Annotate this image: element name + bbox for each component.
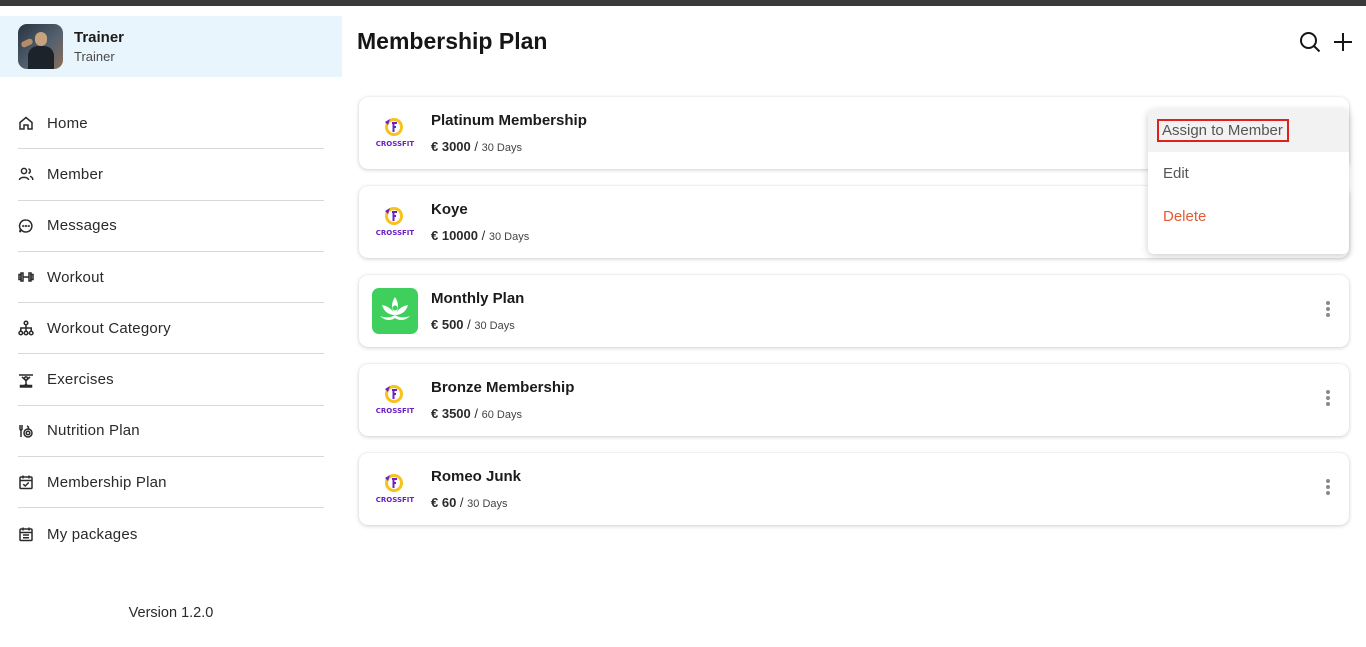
home-icon xyxy=(18,115,34,131)
plan-card[interactable]: CROSSFIT Bronze Membership € 3500 / 60 D… xyxy=(359,364,1349,436)
sidebar-item-member[interactable]: Member xyxy=(18,149,324,201)
message-icon xyxy=(18,218,34,234)
sidebar-item-label: Nutrition Plan xyxy=(47,422,140,440)
plan-price: € 500 / 30 Days xyxy=(431,317,515,332)
crossfit-logo: CROSSFIT xyxy=(372,199,418,245)
sidebar: Trainer Trainer Home Member Messages Wor… xyxy=(0,6,342,647)
plan-name: Koye xyxy=(431,201,468,218)
avatar xyxy=(18,24,63,69)
profile-role: Trainer xyxy=(74,48,115,64)
sidebar-item-label: Workout xyxy=(47,268,104,286)
users-icon xyxy=(18,166,34,182)
sidebar-item-label: Messages xyxy=(47,217,117,235)
plan-duration: 30 Days xyxy=(474,320,515,332)
delete-menu-item[interactable]: Delete xyxy=(1148,195,1349,238)
crossfit-logo: CROSSFIT xyxy=(372,466,418,512)
sidebar-item-label: Membership Plan xyxy=(47,473,167,491)
dumbbell-icon xyxy=(18,269,34,285)
plan-price: € 60 / 30 Days xyxy=(431,495,508,510)
plan-card[interactable]: CROSSFIT Romeo Junk € 60 / 30 Days xyxy=(359,453,1349,525)
plan-amount: € 10000 xyxy=(431,228,478,243)
exercise-icon xyxy=(18,372,34,388)
sidebar-item-workout[interactable]: Workout xyxy=(18,252,324,304)
profile-card[interactable]: Trainer Trainer xyxy=(0,16,342,77)
crossfit-logo: CROSSFIT xyxy=(372,377,418,423)
sidebar-item-label: Home xyxy=(47,114,88,132)
assign-to-member-menu-item[interactable]: Assign to Member xyxy=(1148,109,1349,152)
hierarchy-icon xyxy=(18,320,34,336)
version-text: Version 1.2.0 xyxy=(128,605,214,621)
plan-name: Monthly Plan xyxy=(431,290,525,307)
plan-amount: € 500 xyxy=(431,317,464,332)
svg-text:CROSSFIT: CROSSFIT xyxy=(376,140,415,148)
edit-menu-item[interactable]: Edit xyxy=(1148,152,1349,195)
more-options-icon[interactable] xyxy=(1323,479,1333,499)
more-options-icon[interactable] xyxy=(1323,390,1333,410)
sidebar-item-membership-plan[interactable]: Membership Plan xyxy=(18,457,324,509)
crossfit-logo: CROSSFIT xyxy=(372,110,418,156)
plan-duration: 60 Days xyxy=(481,409,522,421)
sidebar-item-home[interactable]: Home xyxy=(18,98,324,150)
sidebar-item-label: Exercises xyxy=(47,371,114,389)
sidebar-nav: Home Member Messages Workout Workout Cat… xyxy=(18,98,324,560)
sidebar-item-exercises[interactable]: Exercises xyxy=(18,354,324,406)
plus-icon[interactable] xyxy=(1332,31,1354,53)
sidebar-item-my-packages[interactable]: My packages xyxy=(18,508,324,559)
plan-name: Bronze Membership xyxy=(431,379,575,396)
plan-card[interactable]: Monthly Plan € 500 / 30 Days xyxy=(359,275,1349,347)
sidebar-item-nutrition-plan[interactable]: Nutrition Plan xyxy=(18,406,324,458)
calendar-list-icon xyxy=(18,526,34,542)
page-title: Membership Plan xyxy=(357,28,548,54)
plan-amount: € 60 xyxy=(431,495,457,510)
search-icon[interactable] xyxy=(1299,31,1321,53)
sidebar-item-label: Workout Category xyxy=(47,319,171,337)
plan-amount: € 3000 xyxy=(431,139,471,154)
plan-duration: 30 Days xyxy=(481,142,522,154)
plan-name: Romeo Junk xyxy=(431,468,522,485)
svg-text:CROSSFIT: CROSSFIT xyxy=(376,407,415,415)
plan-duration: 30 Days xyxy=(467,498,508,510)
calendar-check-icon xyxy=(18,474,34,490)
sidebar-item-messages[interactable]: Messages xyxy=(18,201,324,252)
svg-text:CROSSFIT: CROSSFIT xyxy=(376,496,415,504)
plan-duration: 30 Days xyxy=(488,231,530,243)
leaf-logo xyxy=(372,288,418,334)
plan-options-menu: Assign to Member Edit Delete xyxy=(1148,109,1349,254)
assign-to-member-label: Assign to Member xyxy=(1157,119,1289,142)
plan-name: Platinum Membership xyxy=(431,112,587,129)
sidebar-item-label: Member xyxy=(47,165,104,183)
sidebar-item-workout-category[interactable]: Workout Category xyxy=(18,303,324,355)
plan-price: € 3500 / 60 Days xyxy=(431,406,522,421)
nutrition-icon xyxy=(18,423,34,439)
plan-price: € 10000 / 30 Days xyxy=(431,228,530,243)
more-options-icon[interactable] xyxy=(1323,301,1333,321)
plan-amount: € 3500 xyxy=(431,406,471,421)
sidebar-item-label: My packages xyxy=(47,525,138,543)
plan-price: € 3000 / 30 Days xyxy=(431,139,522,154)
profile-name: Trainer xyxy=(74,28,125,46)
svg-text:CROSSFIT: CROSSFIT xyxy=(376,229,415,237)
